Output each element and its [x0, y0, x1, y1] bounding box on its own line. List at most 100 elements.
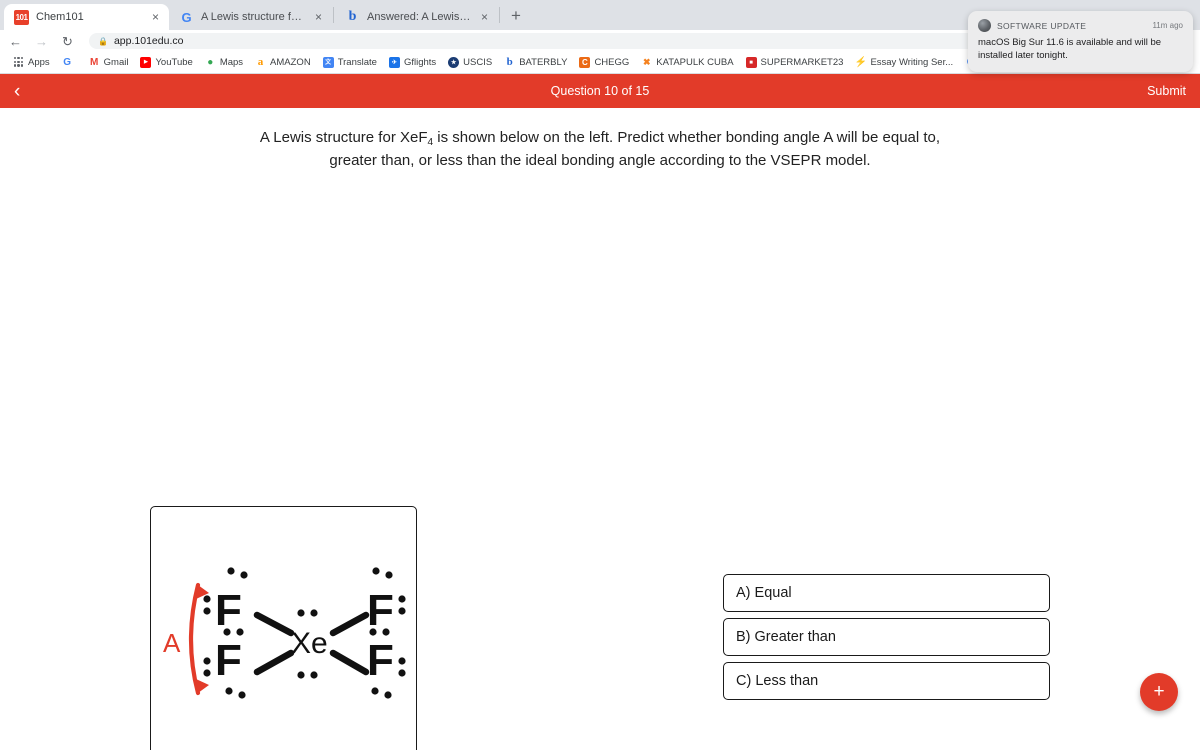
bookmark-label: Maps	[219, 57, 244, 68]
bartleby-icon: b	[506, 56, 513, 68]
answer-option-a[interactable]: A) Equal	[723, 573, 1050, 612]
bond-line	[253, 611, 295, 636]
fluorine-label: F	[215, 636, 242, 685]
bookmark-gflights[interactable]: ✈ Gflights	[383, 57, 442, 68]
close-icon[interactable]: ×	[479, 9, 490, 25]
fluorine-label: F	[215, 586, 242, 635]
supermarket23-icon: ■	[745, 57, 757, 68]
browser-tab-brainly[interactable]: b Answered: A Lewis structure fo ×	[335, 4, 498, 30]
answer-option-b[interactable]: B) Greater than	[723, 617, 1050, 656]
question-line1-part1: A Lewis structure for XeF	[259, 129, 428, 146]
maps-icon: ●	[207, 56, 214, 68]
question-line3: according to the VSEPR model.	[659, 152, 871, 170]
bookmark-label: YouTube	[155, 57, 193, 68]
bookmark-essay-writing[interactable]: ⚡ Essay Writing Ser...	[849, 57, 959, 68]
browser-tab-google-search[interactable]: G A Lewis structure for XeF₄ is sh ×	[169, 4, 332, 30]
lone-pair-dot	[310, 670, 318, 679]
youtube-icon: ▶	[140, 57, 152, 68]
bookmark-label: Translate	[337, 57, 377, 68]
url-text: app.101edu.co	[113, 35, 184, 47]
bookmark-gmail[interactable]: M Gmail	[83, 57, 135, 68]
lewis-structure-diagram: A F F Xe F F	[163, 566, 406, 699]
bookmark-label: SUPERMARKET23	[760, 57, 844, 68]
arrowhead-bottom	[196, 678, 209, 693]
bookmark-label: BATERBLY	[519, 57, 568, 68]
submit-button[interactable]: Submit	[1147, 84, 1186, 98]
angle-label-A: A	[163, 628, 181, 658]
tab-title: Chem101	[36, 11, 84, 23]
gflights-icon: ✈	[388, 57, 400, 68]
google-favicon-icon: G	[181, 9, 192, 25]
close-icon[interactable]: ×	[313, 9, 324, 25]
essay-icon: ⚡	[854, 56, 868, 68]
bond-line	[253, 649, 295, 675]
bookmark-label: KATAPULK CUBA	[656, 57, 734, 68]
software-update-notification[interactable]: SOFTWARE UPDATE 11m ago macOS Big Sur 11…	[968, 11, 1193, 72]
bookmark-label: Gmail	[103, 57, 129, 68]
translate-icon: 文	[322, 57, 334, 68]
uscis-icon: ★	[448, 57, 460, 68]
bookmark-label: Apps	[28, 57, 50, 68]
bookmark-label: USCIS	[463, 57, 493, 68]
tab-divider	[333, 7, 334, 23]
new-tab-button[interactable]: +	[501, 7, 531, 24]
bookmark-label: Essay Writing Ser...	[870, 57, 954, 68]
brainly-favicon-icon: b	[348, 9, 357, 24]
chem101-favicon-icon: 101	[14, 9, 29, 25]
answer-options: A) Equal B) Greater than C) Less than	[723, 573, 1050, 706]
fluorine-label: F	[367, 636, 394, 685]
answer-option-c[interactable]: C) Less than	[723, 661, 1050, 700]
tab-divider	[499, 7, 500, 23]
question-line1-part2: is shown below on the left. Predict whet…	[433, 129, 780, 146]
bookmark-supermarket23[interactable]: ■ SUPERMARKET23	[740, 57, 850, 68]
chegg-icon: C	[579, 57, 591, 68]
lone-pair-dot	[297, 608, 305, 617]
question-counter: Question 10 of 15	[550, 84, 650, 98]
google-icon: G	[63, 56, 72, 68]
lone-pair-dot	[310, 608, 318, 617]
back-icon[interactable]: ←	[8, 35, 23, 48]
notification-app-name: SOFTWARE UPDATE	[997, 20, 1087, 31]
fluorine-label: F	[367, 586, 394, 635]
notification-timestamp: 11m ago	[1152, 21, 1183, 30]
tab-title: A Lewis structure for XeF₄ is sh	[201, 11, 306, 23]
bond-line	[329, 611, 370, 636]
forward-icon[interactable]: →	[34, 35, 49, 48]
software-update-icon	[978, 19, 991, 32]
bookmark-chegg[interactable]: C CHEGG	[573, 57, 635, 68]
browser-tab-chem101[interactable]: 101 Chem101 ×	[4, 4, 169, 30]
add-button[interactable]: +	[1140, 672, 1178, 711]
notification-header: SOFTWARE UPDATE 11m ago	[978, 19, 1183, 32]
tab-title: Answered: A Lewis structure fo	[367, 11, 472, 23]
katapulk-icon: ✖	[643, 57, 651, 67]
question-content: A F F Xe F F A) Equal B) Greater than C)…	[0, 173, 1200, 750]
close-icon[interactable]: ×	[150, 9, 161, 25]
angle-arc	[188, 582, 201, 695]
bookmark-katapulk-cuba[interactable]: ✖ KATAPULK CUBA	[635, 57, 739, 68]
bookmark-amazon[interactable]: a AMAZON	[249, 56, 317, 69]
bookmark-maps[interactable]: ● Maps	[199, 57, 249, 68]
quiz-header: ‹ Question 10 of 15 Submit	[0, 74, 1200, 108]
notification-body: macOS Big Sur 11.6 is available and will…	[978, 37, 1162, 62]
lewis-structure-panel: A F F Xe F F	[150, 505, 417, 750]
subscript-4: 4	[427, 137, 434, 148]
bookmark-uscis[interactable]: ★ USCIS	[442, 57, 498, 68]
xenon-label: Xe	[291, 627, 328, 660]
gmail-icon: M	[89, 56, 99, 68]
bookmark-google[interactable]: G	[56, 57, 83, 68]
lock-icon: 🔒	[98, 36, 108, 46]
bookmark-label: CHEGG	[594, 57, 630, 68]
bookmark-baterbly[interactable]: b BATERBLY	[498, 56, 573, 69]
bond-line	[329, 649, 370, 675]
apps-grid-icon	[13, 57, 24, 68]
bookmark-label: Gflights	[403, 57, 437, 68]
bookmark-label: AMAZON	[270, 57, 311, 68]
question-text: A Lewis structure for XeF4 is shown belo…	[0, 108, 1200, 173]
amazon-icon: a	[257, 56, 264, 68]
bookmark-translate[interactable]: 文 Translate	[317, 57, 383, 68]
reload-icon[interactable]: ↻	[60, 35, 75, 48]
back-chevron-icon[interactable]: ‹	[14, 82, 20, 101]
lone-pair-dot	[297, 670, 305, 679]
bookmark-apps[interactable]: Apps	[7, 57, 56, 68]
bookmark-youtube[interactable]: ▶ YouTube	[134, 57, 198, 68]
